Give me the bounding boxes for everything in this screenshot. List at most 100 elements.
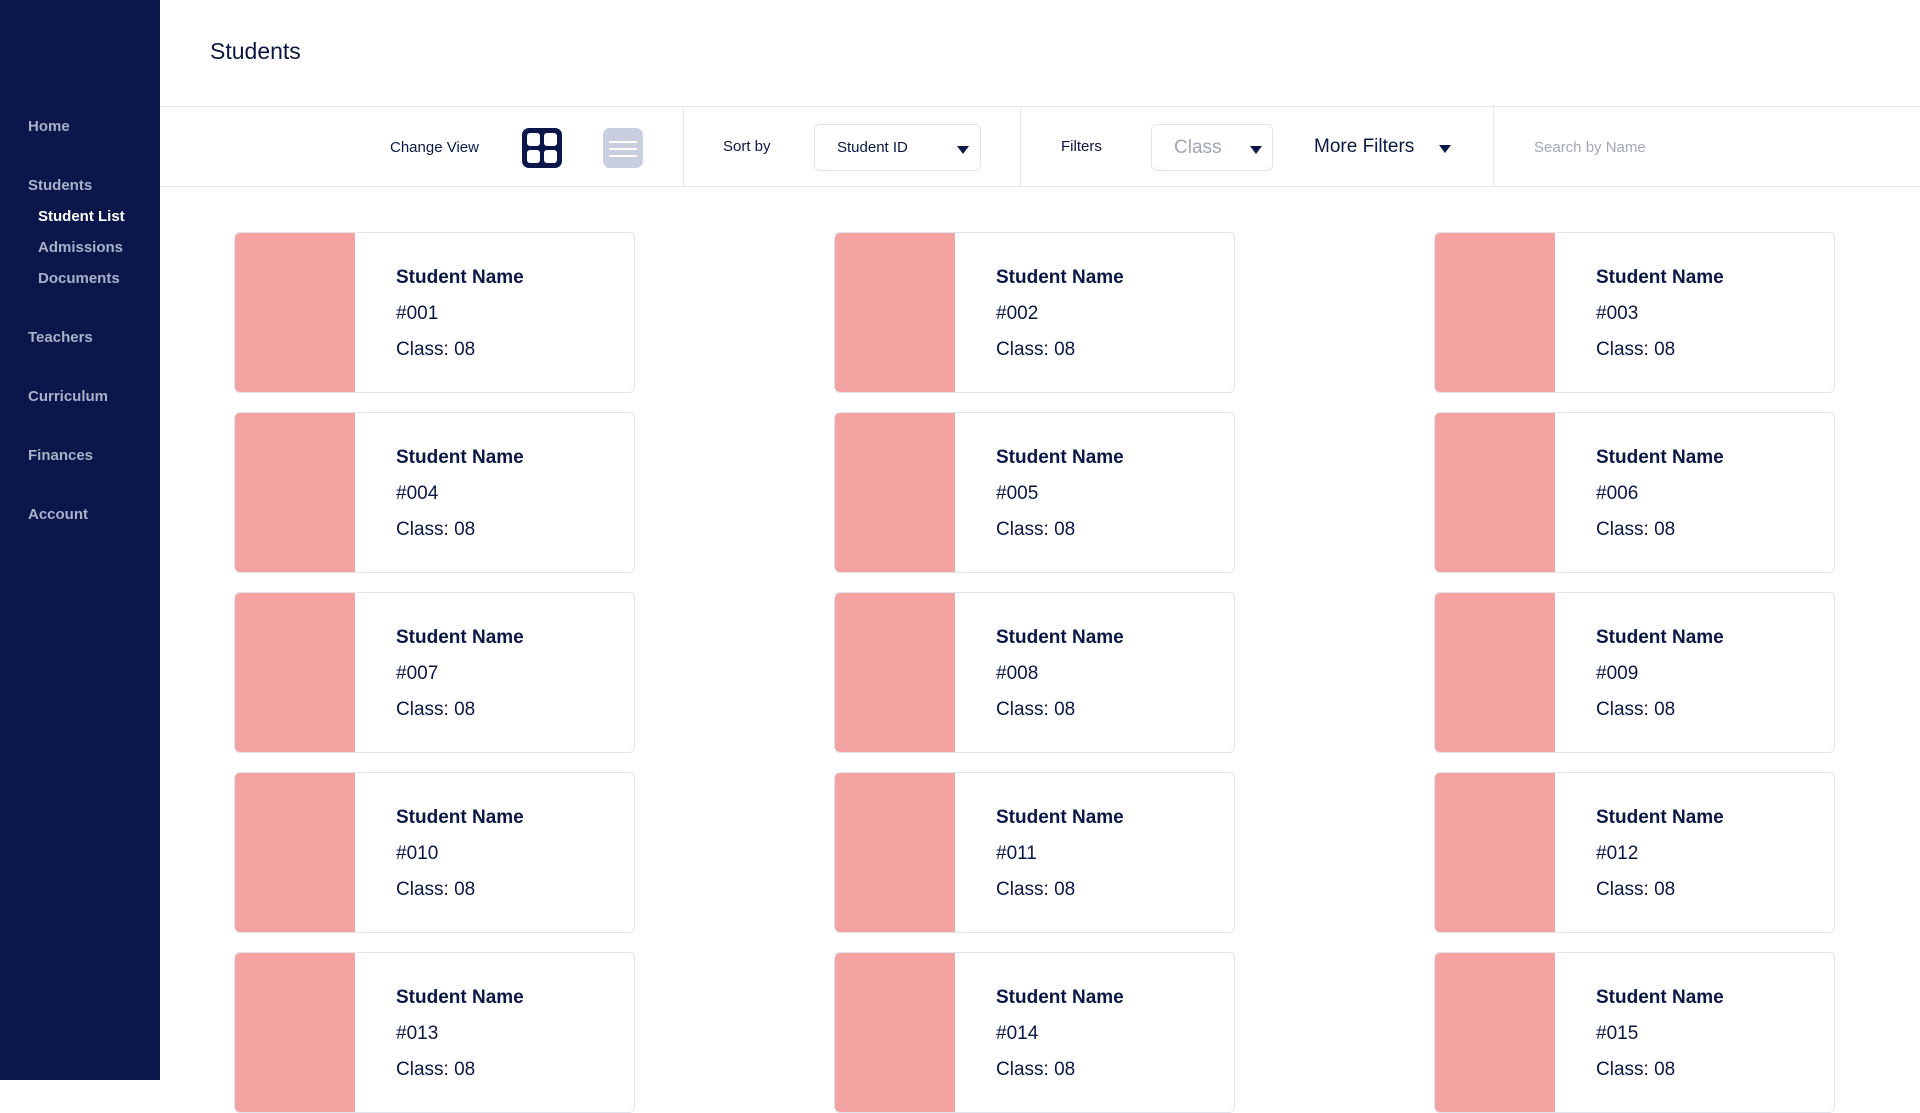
sort-select-value: Student ID	[837, 139, 908, 156]
student-card[interactable]: Student Name #010 Class: 08	[234, 772, 635, 933]
student-photo-placeholder	[835, 593, 955, 752]
student-id: #005	[996, 483, 1039, 504]
student-card[interactable]: Student Name #008 Class: 08	[834, 592, 1235, 753]
student-id: #011	[996, 843, 1037, 864]
student-card[interactable]: Student Name #011 Class: 08	[834, 772, 1235, 933]
student-name: Student Name	[396, 267, 524, 288]
student-name: Student Name	[996, 447, 1124, 468]
chevron-down-icon	[1250, 146, 1262, 154]
change-view-label: Change View	[390, 139, 479, 156]
student-class: Class: 08	[1596, 1059, 1676, 1080]
grid-view-button[interactable]	[522, 128, 562, 168]
student-name: Student Name	[1596, 627, 1724, 648]
student-class: Class: 08	[1596, 339, 1676, 360]
student-card[interactable]: Student Name #014 Class: 08	[834, 952, 1235, 1113]
student-photo-placeholder	[235, 413, 355, 572]
student-name: Student Name	[396, 447, 524, 468]
toolbar-divider	[1493, 107, 1494, 187]
sort-by-label: Sort by	[723, 138, 771, 155]
student-id: #015	[1596, 1023, 1639, 1044]
chevron-down-icon[interactable]	[1439, 145, 1451, 153]
list-view-button[interactable]	[603, 128, 643, 168]
filters-label: Filters	[1061, 138, 1102, 155]
student-class: Class: 08	[396, 699, 476, 720]
student-id: #013	[396, 1023, 439, 1044]
sidebar-subitem-student-list[interactable]: Student List	[38, 208, 125, 225]
student-name: Student Name	[396, 807, 524, 828]
student-id: #010	[396, 843, 439, 864]
sidebar-item-students[interactable]: Students	[28, 177, 92, 194]
student-name: Student Name	[996, 987, 1124, 1008]
sidebar-item-account[interactable]: Account	[28, 506, 88, 523]
sidebar-item-curriculum[interactable]: Curriculum	[28, 388, 108, 405]
sidebar-subitem-admissions[interactable]: Admissions	[38, 239, 123, 256]
sidebar: Home Students Student List Admissions Do…	[0, 0, 160, 1080]
student-photo-placeholder	[235, 773, 355, 932]
student-class: Class: 08	[396, 1059, 476, 1080]
student-card[interactable]: Student Name #003 Class: 08	[1434, 232, 1835, 393]
student-class: Class: 08	[996, 519, 1076, 540]
student-photo-placeholder	[1435, 953, 1555, 1112]
student-name: Student Name	[1596, 807, 1724, 828]
student-id: #014	[996, 1023, 1039, 1044]
toolbar: Change View Sort by Student ID Filters C…	[160, 106, 1920, 187]
student-photo-placeholder	[835, 773, 955, 932]
student-id: #007	[396, 663, 439, 684]
student-id: #009	[1596, 663, 1639, 684]
student-class: Class: 08	[1596, 879, 1676, 900]
student-id: #003	[1596, 303, 1639, 324]
class-filter-placeholder: Class	[1174, 137, 1222, 158]
student-card[interactable]: Student Name #015 Class: 08	[1434, 952, 1835, 1113]
student-id: #008	[996, 663, 1039, 684]
student-card[interactable]: Student Name #009 Class: 08	[1434, 592, 1835, 753]
student-photo-placeholder	[835, 413, 955, 572]
student-photo-placeholder	[1435, 773, 1555, 932]
sidebar-item-finances[interactable]: Finances	[28, 447, 93, 464]
student-photo-placeholder	[1435, 593, 1555, 752]
more-filters-button[interactable]: More Filters	[1314, 136, 1414, 158]
student-class: Class: 08	[1596, 519, 1676, 540]
student-card[interactable]: Student Name #001 Class: 08	[234, 232, 635, 393]
student-photo-placeholder	[835, 233, 955, 392]
student-photo-placeholder	[235, 953, 355, 1112]
student-class: Class: 08	[996, 1059, 1076, 1080]
student-class: Class: 08	[396, 339, 476, 360]
student-card[interactable]: Student Name #006 Class: 08	[1434, 412, 1835, 573]
student-name: Student Name	[996, 627, 1124, 648]
student-card[interactable]: Student Name #005 Class: 08	[834, 412, 1235, 573]
student-card[interactable]: Student Name #002 Class: 08	[834, 232, 1235, 393]
class-filter-select[interactable]: Class	[1151, 124, 1273, 171]
student-class: Class: 08	[396, 879, 476, 900]
student-card[interactable]: Student Name #004 Class: 08	[234, 412, 635, 573]
student-name: Student Name	[396, 987, 524, 1008]
student-name: Student Name	[1596, 267, 1724, 288]
student-photo-placeholder	[835, 953, 955, 1112]
list-view-icon	[609, 141, 637, 143]
student-id: #001	[396, 303, 439, 324]
student-photo-placeholder	[235, 233, 355, 392]
student-name: Student Name	[396, 627, 524, 648]
student-photo-placeholder	[1435, 233, 1555, 392]
search-input[interactable]	[1534, 132, 1794, 162]
sidebar-item-teachers[interactable]: Teachers	[28, 329, 93, 346]
student-class: Class: 08	[996, 699, 1076, 720]
grid-view-icon	[527, 133, 540, 146]
student-id: #012	[1596, 843, 1639, 864]
toolbar-divider	[1020, 107, 1021, 187]
sidebar-item-home[interactable]: Home	[28, 118, 70, 135]
student-card[interactable]: Student Name #007 Class: 08	[234, 592, 635, 753]
sidebar-subitem-documents[interactable]: Documents	[38, 270, 120, 287]
student-id: #004	[396, 483, 439, 504]
student-name: Student Name	[996, 267, 1124, 288]
student-id: #002	[996, 303, 1039, 324]
toolbar-divider	[683, 107, 684, 187]
student-class: Class: 08	[996, 879, 1076, 900]
sort-select[interactable]: Student ID	[814, 124, 981, 171]
page-title: Students	[210, 38, 301, 64]
student-card[interactable]: Student Name #013 Class: 08	[234, 952, 635, 1113]
student-photo-placeholder	[1435, 413, 1555, 572]
student-class: Class: 08	[996, 339, 1076, 360]
student-photo-placeholder	[235, 593, 355, 752]
student-card[interactable]: Student Name #012 Class: 08	[1434, 772, 1835, 933]
student-id: #006	[1596, 483, 1639, 504]
